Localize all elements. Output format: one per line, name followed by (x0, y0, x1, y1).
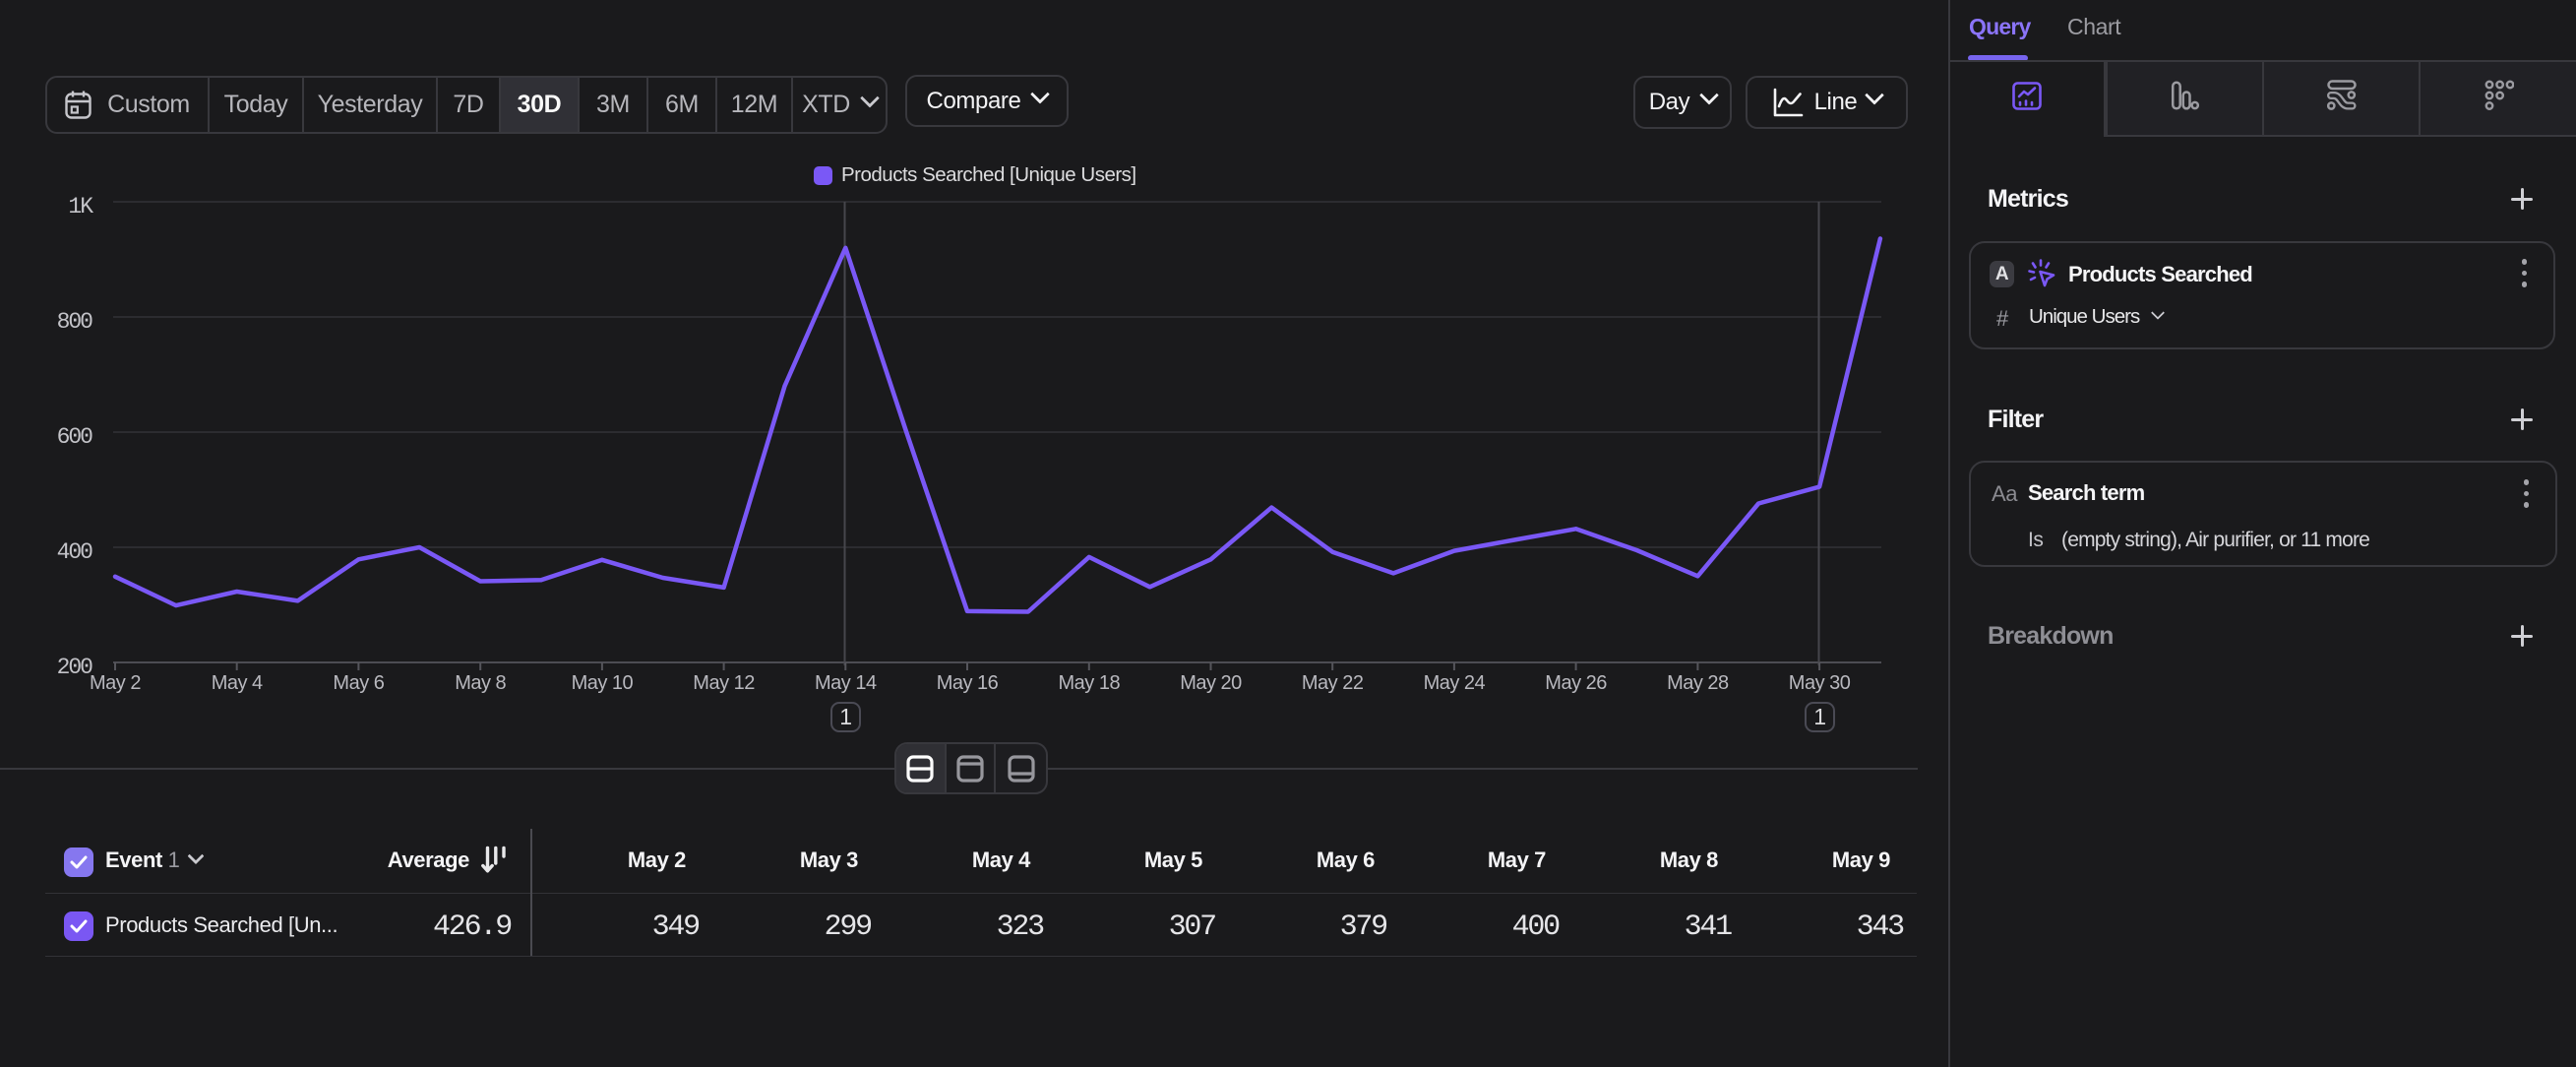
svg-text:May 26: May 26 (1545, 672, 1607, 694)
svg-text:May 6: May 6 (333, 672, 384, 694)
svg-text:May 4: May 4 (212, 672, 263, 694)
svg-text:400: 400 (57, 539, 93, 565)
svg-text:May 12: May 12 (693, 672, 755, 694)
svg-text:May 30: May 30 (1789, 672, 1851, 694)
svg-text:200: 200 (57, 655, 93, 680)
svg-text:May 20: May 20 (1180, 672, 1242, 694)
svg-text:May 8: May 8 (455, 672, 506, 694)
svg-text:600: 600 (57, 424, 93, 450)
svg-text:1K: 1K (68, 194, 93, 220)
svg-text:May 22: May 22 (1302, 672, 1364, 694)
svg-text:May 16: May 16 (937, 672, 999, 694)
svg-text:May 28: May 28 (1667, 672, 1729, 694)
svg-text:May 14: May 14 (815, 672, 877, 694)
svg-text:May 2: May 2 (90, 672, 141, 694)
svg-text:May 10: May 10 (572, 672, 634, 694)
svg-text:800: 800 (57, 309, 93, 335)
svg-text:May 18: May 18 (1059, 672, 1121, 694)
svg-text:May 24: May 24 (1424, 672, 1486, 694)
